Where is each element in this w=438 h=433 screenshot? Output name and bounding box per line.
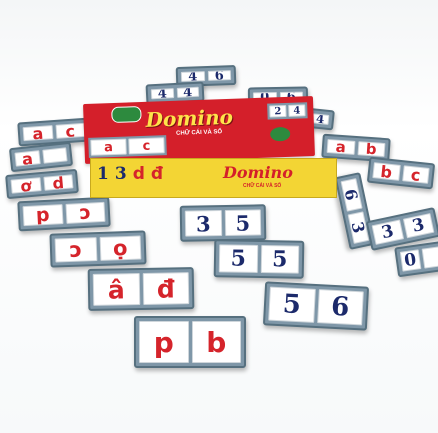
tile-symbol: a (103, 139, 114, 155)
tile-symbol: 2 (274, 105, 282, 117)
tile-symbol: c (142, 138, 151, 154)
tile-symbol: 0 (403, 249, 418, 272)
domino-tile: 5 6 (262, 281, 370, 331)
side-symbol: d (132, 164, 145, 184)
domino-tile: ɔ ọ (49, 230, 147, 268)
tile-symbol: 4 (293, 104, 301, 117)
tile-symbol: 4 (157, 88, 168, 100)
tile-symbol: đ (156, 273, 175, 304)
side-subtitle: CHỮ CÁI VÀ SỐ (243, 183, 282, 189)
lid-tile: 2 4 (267, 102, 308, 120)
box-lid: Domino CHỮ CÁI VÀ SỐ a c 2 4 (83, 96, 315, 164)
side-symbol: 3 (114, 164, 127, 184)
tile-symbol: p (35, 204, 51, 227)
domino-tile: ơ d (5, 168, 79, 200)
side-brand-title: Domino (223, 163, 293, 182)
box-side: 1 3 d đ Domino CHỮ CÁI VÀ SỐ (90, 158, 337, 198)
tile-symbol: 6 (341, 187, 362, 203)
side-symbol: 1 (97, 164, 109, 184)
tile-symbol: a (335, 138, 347, 155)
domino-tile: 5 5 (213, 239, 305, 279)
domino-tile: p b (134, 316, 246, 368)
tile-symbol: â (107, 274, 125, 305)
tile-symbol: a (20, 150, 34, 167)
tile-symbol: 5 (235, 210, 251, 236)
tile-symbol: 6 (214, 70, 225, 81)
domino-tile: b c (366, 156, 436, 190)
brand-badge (111, 106, 142, 124)
tile-symbol: b (365, 141, 378, 158)
lid-tile: a c (88, 135, 167, 158)
tile-symbol: b (379, 162, 394, 181)
tile-symbol: b (206, 325, 227, 359)
domino-tile: p ɔ (17, 196, 111, 232)
tile-symbol: d (51, 174, 65, 191)
domino-box: Domino CHỮ CÁI VÀ SỐ a c 2 4 1 3 d đ Dom… (83, 96, 337, 198)
domino-tile: a (8, 141, 74, 173)
tile-symbol: ɔ (69, 237, 83, 262)
tile-symbol: c (64, 122, 76, 139)
tile-symbol: ơ (19, 177, 33, 194)
domino-tile: â đ (87, 267, 195, 311)
tile-symbol: 5 (281, 289, 302, 321)
tile-symbol: c (409, 165, 422, 184)
tile-symbol: 3 (195, 210, 211, 236)
tile-symbol: 5 (271, 246, 288, 273)
box-subtitle: CHỮ CÁI VÀ SỐ (176, 129, 223, 137)
tile-symbol: a (31, 125, 44, 142)
tile-symbol: 5 (230, 245, 247, 272)
green-sticker (269, 126, 291, 142)
box-brand-title: Domino (145, 104, 234, 132)
tile-symbol: 3 (379, 221, 396, 244)
tile-symbol: ọ (112, 235, 128, 261)
side-symbol: đ (150, 164, 164, 184)
domino-tile: 3 5 (179, 204, 267, 242)
tile-symbol: 3 (410, 214, 427, 237)
tile-symbol: 6 (330, 291, 351, 323)
tile-symbol: 4 (182, 86, 193, 98)
tile-symbol: p (153, 325, 174, 359)
photo-scene: 4 6 4 4 0 6 a c a ơ d p ɔ ɔ ọ â đ p b 3 … (0, 0, 438, 433)
domino-tile: 0 (394, 240, 438, 278)
tile-symbol: 4 (187, 71, 198, 82)
domino-tile: a c (17, 117, 91, 147)
tile-symbol: ɔ (79, 201, 92, 224)
